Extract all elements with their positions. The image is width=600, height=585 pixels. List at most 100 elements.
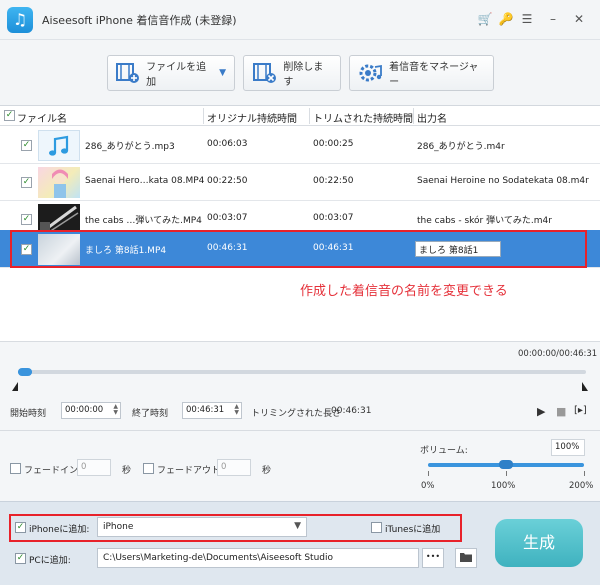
app-logo-icon: ♫ xyxy=(7,7,33,33)
preview-clip-icon[interactable]: [▸] xyxy=(574,405,587,416)
add-file-label: ファイルを追加 xyxy=(146,62,207,88)
stop-icon[interactable]: ■ xyxy=(556,405,566,418)
trim-panel: 00:00:00/00:46:31 開始時刻 00:00:00 ▲ ▼ 終了時刻 … xyxy=(0,341,600,431)
volume-handle[interactable] xyxy=(499,460,513,469)
table-header: ✓ ファイル名 オリジナル持続時間 トリムされた持続時間 出力名 xyxy=(0,106,600,126)
play-icon[interactable]: ▶ xyxy=(537,405,545,418)
trimmed-length-label: トリミングされた長さ xyxy=(251,409,342,419)
table-row[interactable]: ✓ 286_ありがとう.mp3 00:06:03 00:00:25 286_あり… xyxy=(0,127,600,164)
annotation-text: 作成した着信音の名前を変更できる xyxy=(300,284,508,299)
file-name: the cabs …弾いてみた.MP4 xyxy=(85,216,202,226)
music-note-thumbnail xyxy=(38,130,80,161)
trim-end-marker-icon[interactable] xyxy=(582,382,588,391)
file-name: 286_ありがとう.mp3 xyxy=(85,142,175,152)
manage-label: 着信音をマネージャー xyxy=(389,62,479,88)
pc-path-value: C:\Users\Marketing-de\Documents\Aiseesof… xyxy=(103,553,333,563)
audio-panel: フェードイン 0 秒 フェードアウト 0 秒 ボリューム: 100% 0% 10… xyxy=(0,431,600,501)
trimmed-duration: 00:00:25 xyxy=(313,139,354,149)
add-file-icon xyxy=(116,60,140,86)
fade-in-value: 0 xyxy=(81,462,87,472)
volume-tick-label: 0% xyxy=(421,481,435,491)
fade-in-stepper[interactable]: 0 xyxy=(77,459,111,476)
progress-bar[interactable] xyxy=(18,368,586,376)
end-time-value: 00:46:31 xyxy=(186,405,225,415)
header-filename[interactable]: ファイル名 xyxy=(17,110,67,125)
fade-in-label: フェードイン xyxy=(24,466,79,476)
original-duration: 00:03:07 xyxy=(207,213,248,223)
app-title: Aiseesoft iPhone 着信音作成 (未登録) xyxy=(42,14,237,27)
trimmed-duration: 00:22:50 xyxy=(313,176,354,186)
toolbar: ファイルを追加 ▼ 削除します 着信音をマネージャー xyxy=(0,40,600,106)
progress-handle[interactable] xyxy=(18,368,32,376)
browse-button[interactable]: ••• xyxy=(422,548,444,568)
file-name: Saenai Hero…kata 08.MP4 xyxy=(85,176,205,186)
end-time-label: 終了時刻 xyxy=(132,409,169,419)
browse-label: ••• xyxy=(425,552,441,561)
folder-icon xyxy=(459,553,473,566)
generate-button[interactable]: 生成 xyxy=(495,519,583,567)
trimmed-length-value: 00:46:31 xyxy=(331,406,372,416)
table-row[interactable]: ✓ Saenai Hero…kata 08.MP4 00:22:50 00:22… xyxy=(0,164,600,201)
start-time-value: 00:00:00 xyxy=(65,405,104,415)
add-to-pc-label: PCに追加: xyxy=(29,556,71,566)
minimize-icon[interactable]: – xyxy=(545,11,561,27)
start-time-stepper[interactable]: 00:00:00 ▲ ▼ xyxy=(61,402,121,419)
pc-path-field[interactable]: C:\Users\Marketing-de\Documents\Aiseesof… xyxy=(97,548,419,568)
fade-out-label: フェードアウト xyxy=(157,466,221,476)
header-original-duration[interactable]: オリジナル持続時間 xyxy=(207,110,297,125)
output-name[interactable]: the cabs - skór 弾いてみた.m4r xyxy=(417,213,552,226)
row-checkbox[interactable]: ✓ xyxy=(21,214,32,225)
fade-in-checkbox[interactable] xyxy=(10,463,21,474)
chevron-down-icon[interactable]: ▼ xyxy=(219,68,226,78)
delete-button[interactable]: 削除します xyxy=(243,55,341,91)
fade-out-checkbox[interactable] xyxy=(143,463,154,474)
row-checkbox[interactable]: ✓ xyxy=(21,177,32,188)
ringtone-manager-icon xyxy=(358,60,383,86)
volume-value: 100% xyxy=(555,442,580,452)
stepper-arrows-icon[interactable]: ▲ ▼ xyxy=(113,404,118,416)
volume-stepper[interactable]: 100% xyxy=(551,439,585,456)
header-divider xyxy=(203,108,204,124)
stepper-arrows-icon[interactable]: ▲ ▼ xyxy=(234,404,239,416)
delete-file-icon xyxy=(252,60,277,86)
volume-slider[interactable] xyxy=(428,460,584,469)
volume-tick-label: 200% xyxy=(569,481,594,491)
annotation-highlight-box xyxy=(9,514,462,542)
row-checkbox[interactable]: ✓ xyxy=(21,140,32,151)
cart-icon[interactable]: 🛒 xyxy=(477,11,493,27)
fade-out-stepper[interactable]: 0 xyxy=(217,459,251,476)
header-divider xyxy=(413,108,414,124)
select-all-checkbox[interactable]: ✓ xyxy=(4,110,15,121)
add-to-pc-checkbox[interactable]: ✓ xyxy=(15,553,26,564)
header-trimmed-duration[interactable]: トリムされた持続時間 xyxy=(313,110,413,125)
original-duration: 00:06:03 xyxy=(207,139,248,149)
start-time-label: 開始時刻 xyxy=(10,409,47,419)
annotation-highlight-box xyxy=(10,230,587,268)
volume-tick-label: 100% xyxy=(491,481,516,491)
volume-label: ボリューム: xyxy=(420,446,468,456)
trim-start-marker-icon[interactable] xyxy=(12,382,18,391)
end-time-stepper[interactable]: 00:46:31 ▲ ▼ xyxy=(182,402,242,419)
volume-tick xyxy=(428,471,429,476)
fade-in-seconds-unit: 秒 xyxy=(122,466,132,476)
time-readout: 00:00:00/00:46:31 xyxy=(518,349,598,359)
open-folder-button[interactable] xyxy=(455,548,477,568)
title-bar: ♫ Aiseesoft iPhone 着信音作成 (未登録) 🛒 🔑 ☰ – ✕ xyxy=(0,0,600,40)
fade-out-value: 0 xyxy=(221,462,227,472)
close-icon[interactable]: ✕ xyxy=(571,11,587,27)
add-file-button[interactable]: ファイルを追加 ▼ xyxy=(107,55,235,91)
header-divider xyxy=(309,108,310,124)
file-table: ✓ ファイル名 オリジナル持続時間 トリムされた持続時間 出力名 ✓ 286_あ… xyxy=(0,106,600,341)
output-name[interactable]: 286_ありがとう.m4r xyxy=(417,139,505,152)
header-output-name[interactable]: 出力名 xyxy=(417,110,447,125)
fade-out-seconds-unit: 秒 xyxy=(262,466,272,476)
output-footer: ✓ iPhoneに追加: iPhone ▼ iTunesに追加 ✓ PCに追加:… xyxy=(0,501,600,585)
volume-tick xyxy=(506,471,507,476)
output-name[interactable]: Saenai Heroine no Sodatekata 08.m4r xyxy=(417,176,589,186)
volume-tick xyxy=(584,471,585,476)
menu-icon[interactable]: ☰ xyxy=(519,11,535,27)
original-duration: 00:22:50 xyxy=(207,176,248,186)
delete-label: 削除します xyxy=(283,62,324,88)
ringtone-manager-button[interactable]: 着信音をマネージャー xyxy=(349,55,494,91)
key-icon[interactable]: 🔑 xyxy=(498,11,514,27)
